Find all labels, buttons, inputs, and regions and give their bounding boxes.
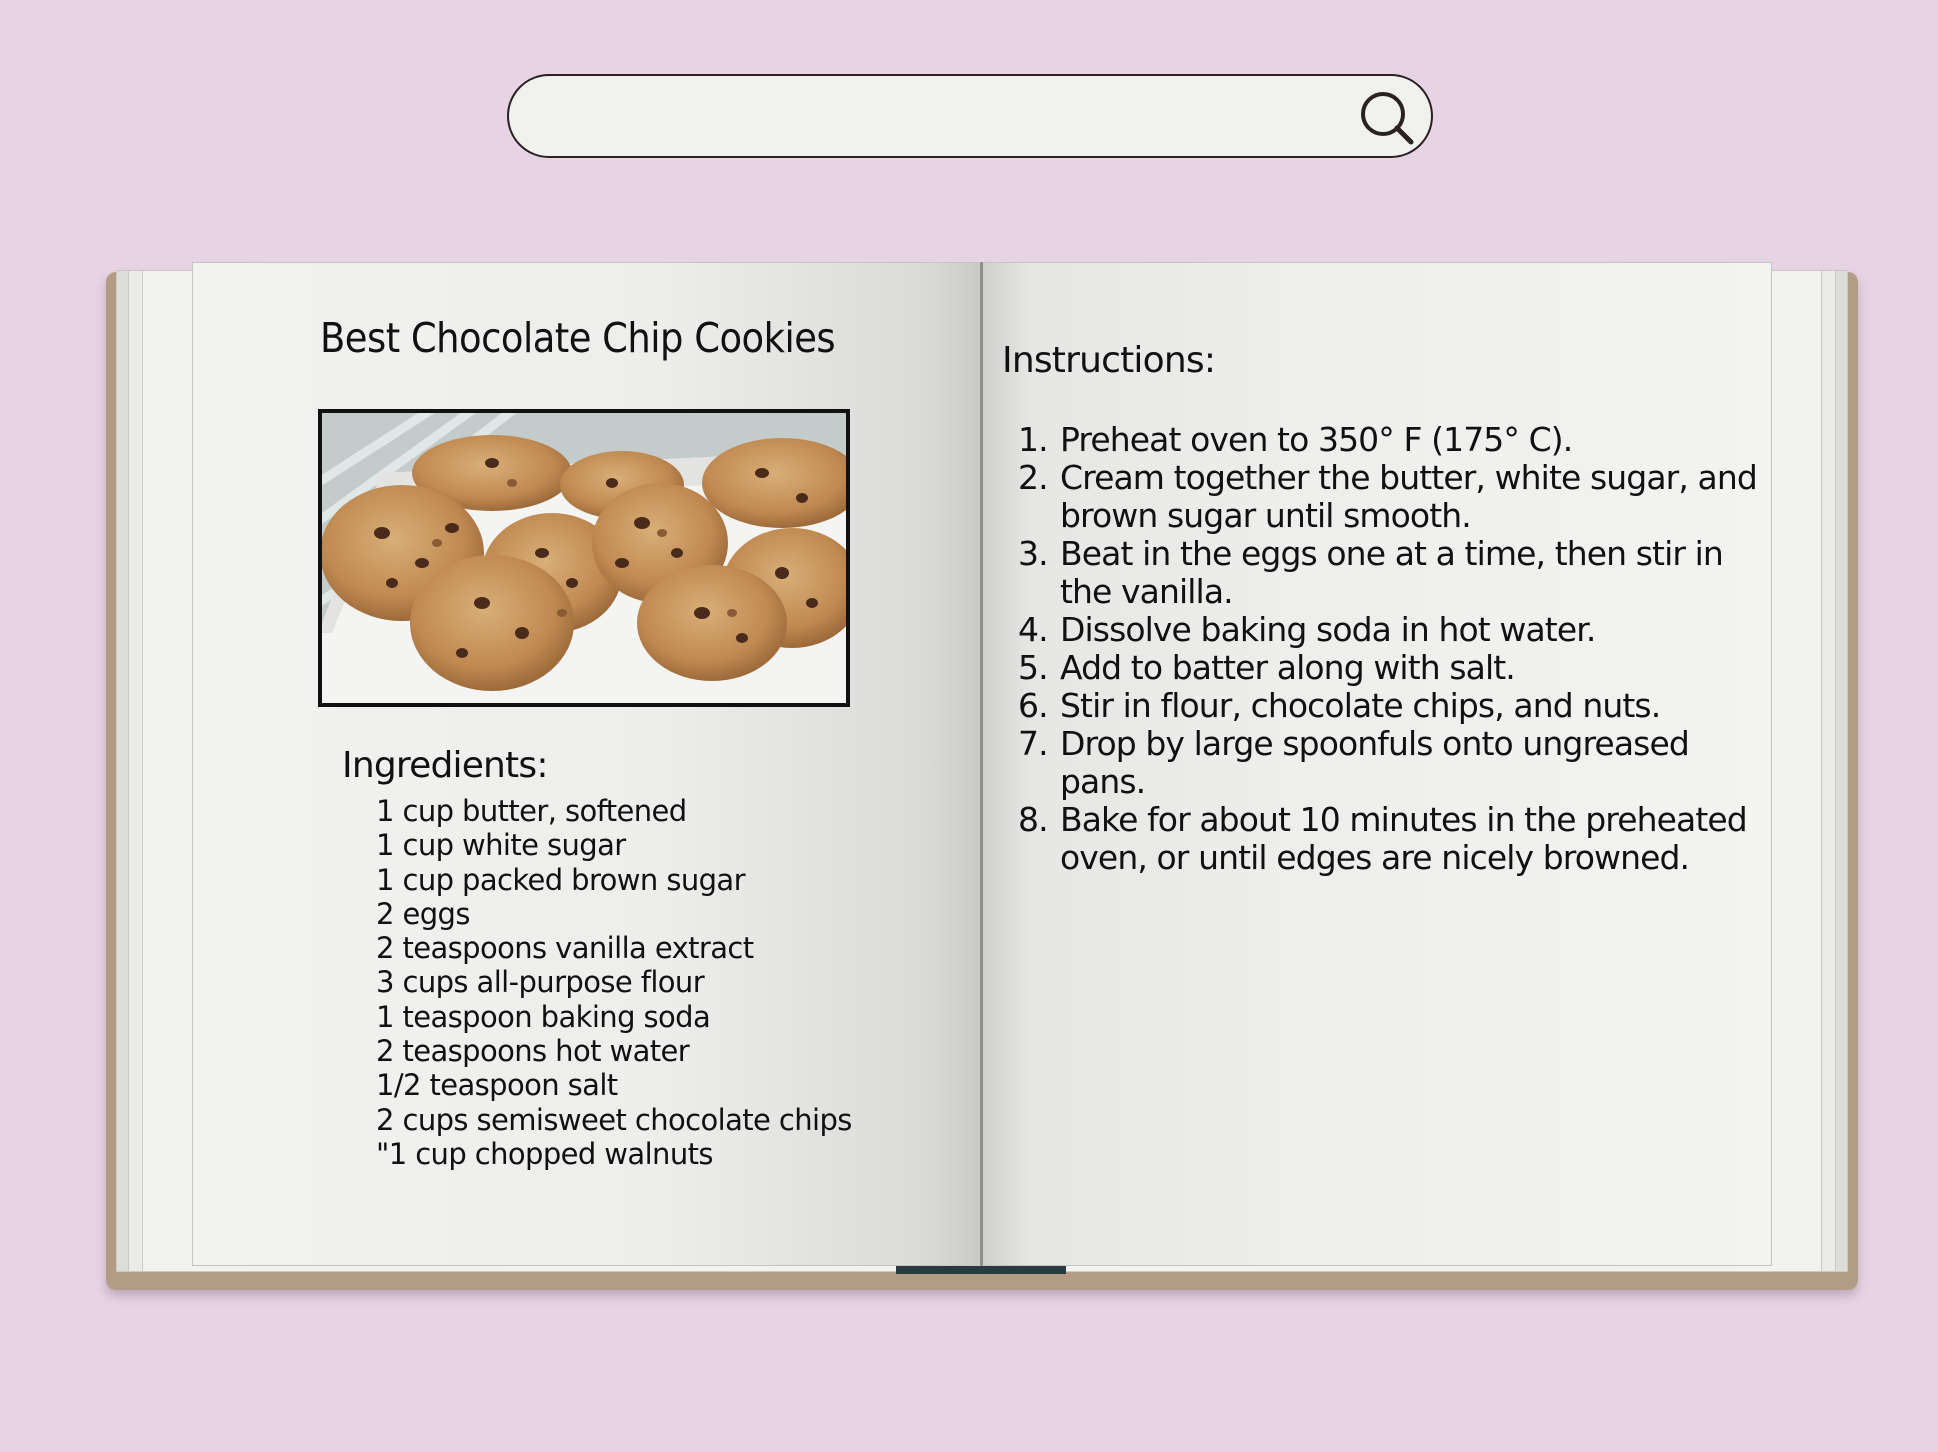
step-number: 4. xyxy=(1018,610,1049,649)
instruction-step: 7. Drop by large spoonfuls onto ungrease… xyxy=(1018,725,1760,801)
instruction-step: 4. Dissolve baking soda in hot water. xyxy=(1018,611,1760,649)
instruction-step: 8. Bake for about 10 minutes in the preh… xyxy=(1018,801,1760,877)
ingredient-item: 1 cup butter, softened xyxy=(376,794,687,828)
ingredient-item: 1 cup white sugar xyxy=(376,828,626,863)
recipe-title: Best Chocolate Chip Cookies xyxy=(320,314,836,362)
ingredients-list: 1 cup butter, softened 1 cup white sugar… xyxy=(376,794,852,1171)
instruction-step: 3. Beat in the eggs one at a time, then … xyxy=(1018,535,1760,611)
ingredient-item: 2 cups semisweet chocolate chips xyxy=(376,1102,852,1137)
ingredient-item: 1 teaspoon baking soda xyxy=(376,999,711,1034)
ingredient-item: 3 cups all-purpose flour xyxy=(376,965,705,1000)
bookmark-ribbon xyxy=(896,1266,1066,1274)
instruction-step: 6. Stir in flour, chocolate chips, and n… xyxy=(1018,687,1760,725)
ingredients-heading: Ingredients: xyxy=(342,745,548,786)
step-number: 7. xyxy=(1018,724,1049,763)
instruction-step: 2. Cream together the butter, white suga… xyxy=(1018,459,1760,535)
recipe-book: Best Chocolate Chip Cookies Ingredients:… xyxy=(106,262,1858,1290)
step-text: Drop by large spoonfuls onto ungreased p… xyxy=(1060,724,1690,801)
step-text: Add to batter along with salt. xyxy=(1060,648,1516,687)
ingredient-item: 2 eggs xyxy=(376,896,470,931)
ingredient-item: 2 teaspoons vanilla extract xyxy=(376,931,754,966)
step-text: Bake for about 10 minutes in the preheat… xyxy=(1060,800,1748,877)
instructions-list: 1. Preheat oven to 350° F (175° C). 2. C… xyxy=(1018,421,1760,877)
instructions-heading: Instructions: xyxy=(1002,340,1216,381)
book-spine xyxy=(980,262,983,1266)
step-number: 6. xyxy=(1018,686,1049,725)
instruction-step: 1. Preheat oven to 350° F (175° C). xyxy=(1018,421,1760,459)
step-number: 5. xyxy=(1018,648,1049,687)
ingredient-item: 2 teaspoons hot water xyxy=(376,1034,690,1069)
search-icon[interactable] xyxy=(1357,88,1417,148)
step-text: Cream together the butter, white sugar, … xyxy=(1060,458,1758,535)
ingredient-item: "1 cup chopped walnuts xyxy=(376,1136,714,1171)
step-number: 8. xyxy=(1018,800,1049,839)
step-text: Stir in flour, chocolate chips, and nuts… xyxy=(1060,686,1661,725)
search-bar[interactable] xyxy=(507,74,1433,158)
step-number: 1. xyxy=(1018,420,1049,459)
step-text: Dissolve baking soda in hot water. xyxy=(1060,610,1596,649)
ingredient-item: 1 cup packed brown sugar xyxy=(376,862,746,897)
cookie-photo xyxy=(318,409,850,707)
ingredient-item: 1/2 teaspoon salt xyxy=(376,1068,618,1103)
step-text: Beat in the eggs one at a time, then sti… xyxy=(1060,534,1724,611)
step-text: Preheat oven to 350° F (175° C). xyxy=(1060,420,1573,459)
search-input[interactable] xyxy=(545,88,1339,148)
step-number: 3. xyxy=(1018,534,1049,573)
step-number: 2. xyxy=(1018,458,1049,497)
instruction-step: 5. Add to batter along with salt. xyxy=(1018,649,1760,687)
